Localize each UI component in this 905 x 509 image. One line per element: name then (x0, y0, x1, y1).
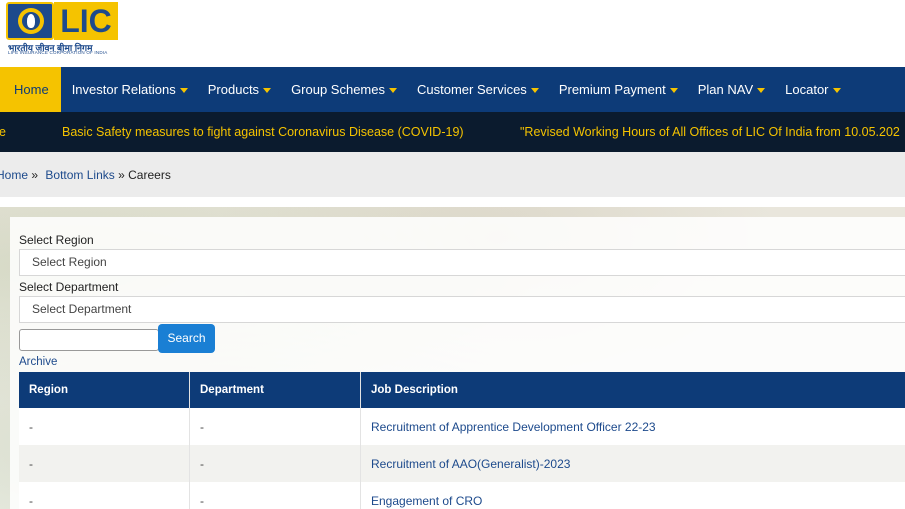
caret-down-icon (530, 88, 539, 93)
news-ticker: e Basic Safety measures to fight against… (0, 112, 905, 152)
breadcrumb-separator: » (118, 168, 125, 182)
job-link[interactable]: Engagement of CRO (361, 482, 905, 509)
nav-item-label: Plan NAV (697, 82, 754, 97)
nav-item-label: Premium Payment (558, 82, 666, 97)
ticker-item-covid[interactable]: Basic Safety measures to fight against C… (62, 125, 464, 139)
nav-item-label: Investor Relations (71, 82, 176, 97)
logo-english-text: LIFE INSURANCE CORPORATION OF INDIA (8, 50, 108, 55)
region-label: Select Region (19, 233, 94, 247)
breadcrumb: Home » Bottom Links » Careers (0, 152, 905, 197)
column-header-region: Region (19, 372, 190, 408)
table-header: Region Department Job Description (19, 372, 905, 408)
main-nav: Home Investor Relations Products Group S… (0, 67, 905, 112)
nav-item-label: Home (14, 82, 49, 97)
ticker-fragment[interactable]: e (0, 125, 6, 139)
header: LIC भारतीय जीवन बीमा निगम LIFE INSURANCE… (0, 0, 905, 67)
cell-region: - (19, 445, 190, 482)
nav-item-customer-services[interactable]: Customer Services (406, 67, 548, 112)
breadcrumb-bottom-links-link[interactable]: Bottom Links (45, 168, 114, 182)
ticker-item-working-hours[interactable]: "Revised Working Hours of All Offices of… (520, 125, 900, 139)
nav-item-home[interactable]: Home (0, 67, 61, 112)
department-label: Select Department (19, 280, 119, 294)
cell-department: - (190, 482, 361, 509)
department-select[interactable]: Select Department (19, 296, 905, 323)
nav-item-products[interactable]: Products (197, 67, 280, 112)
cell-department: - (190, 445, 361, 482)
careers-table: Region Department Job Description - - Re… (19, 372, 905, 509)
logo-text: LIC (54, 2, 118, 40)
cell-region: - (19, 408, 190, 445)
job-link[interactable]: Recruitment of Apprentice Development Of… (361, 408, 905, 445)
table-row: - - Recruitment of AAO(Generalist)-2023 (19, 445, 905, 482)
caret-down-icon (757, 88, 766, 93)
caret-down-icon (263, 88, 272, 93)
nav-item-label: Customer Services (417, 82, 527, 97)
search-button[interactable]: Search (158, 324, 215, 353)
region-select[interactable]: Select Region (19, 249, 905, 276)
cell-region: - (19, 482, 190, 509)
archive-link[interactable]: Archive (19, 356, 57, 368)
nav-item-group-schemes[interactable]: Group Schemes (280, 67, 406, 112)
column-header-department: Department (190, 372, 361, 408)
table-row: - - Recruitment of Apprentice Developmen… (19, 408, 905, 445)
caret-down-icon (669, 88, 678, 93)
lic-emblem-icon (6, 2, 54, 40)
breadcrumb-home-link[interactable]: Home (0, 168, 28, 182)
lic-logo[interactable]: LIC भारतीय जीवन बीमा निगम LIFE INSURANCE… (6, 2, 118, 55)
breadcrumb-current: Careers (128, 168, 171, 182)
page: LIC भारतीय जीवन बीमा निगम LIFE INSURANCE… (0, 0, 905, 509)
caret-down-icon (389, 88, 397, 93)
caret-down-icon (179, 88, 188, 93)
column-header-job-description: Job Description (371, 384, 458, 396)
nav-item-locator[interactable]: Locator (774, 67, 849, 112)
nav-item-label: Locator (785, 82, 829, 97)
nav-item-investor-relations[interactable]: Investor Relations (61, 67, 197, 112)
table-row: - - Engagement of CRO (19, 482, 905, 509)
nav-item-plan-nav[interactable]: Plan NAV (687, 67, 774, 112)
breadcrumb-separator: » (31, 168, 39, 182)
nav-item-label: Products (207, 82, 260, 97)
job-link[interactable]: Recruitment of AAO(Generalist)-2023 (361, 445, 905, 482)
search-input[interactable] (19, 329, 159, 351)
cell-department: - (190, 408, 361, 445)
nav-item-label: Group Schemes (291, 82, 385, 97)
caret-down-icon (832, 88, 841, 93)
nav-item-premium-payment[interactable]: Premium Payment (548, 67, 687, 112)
